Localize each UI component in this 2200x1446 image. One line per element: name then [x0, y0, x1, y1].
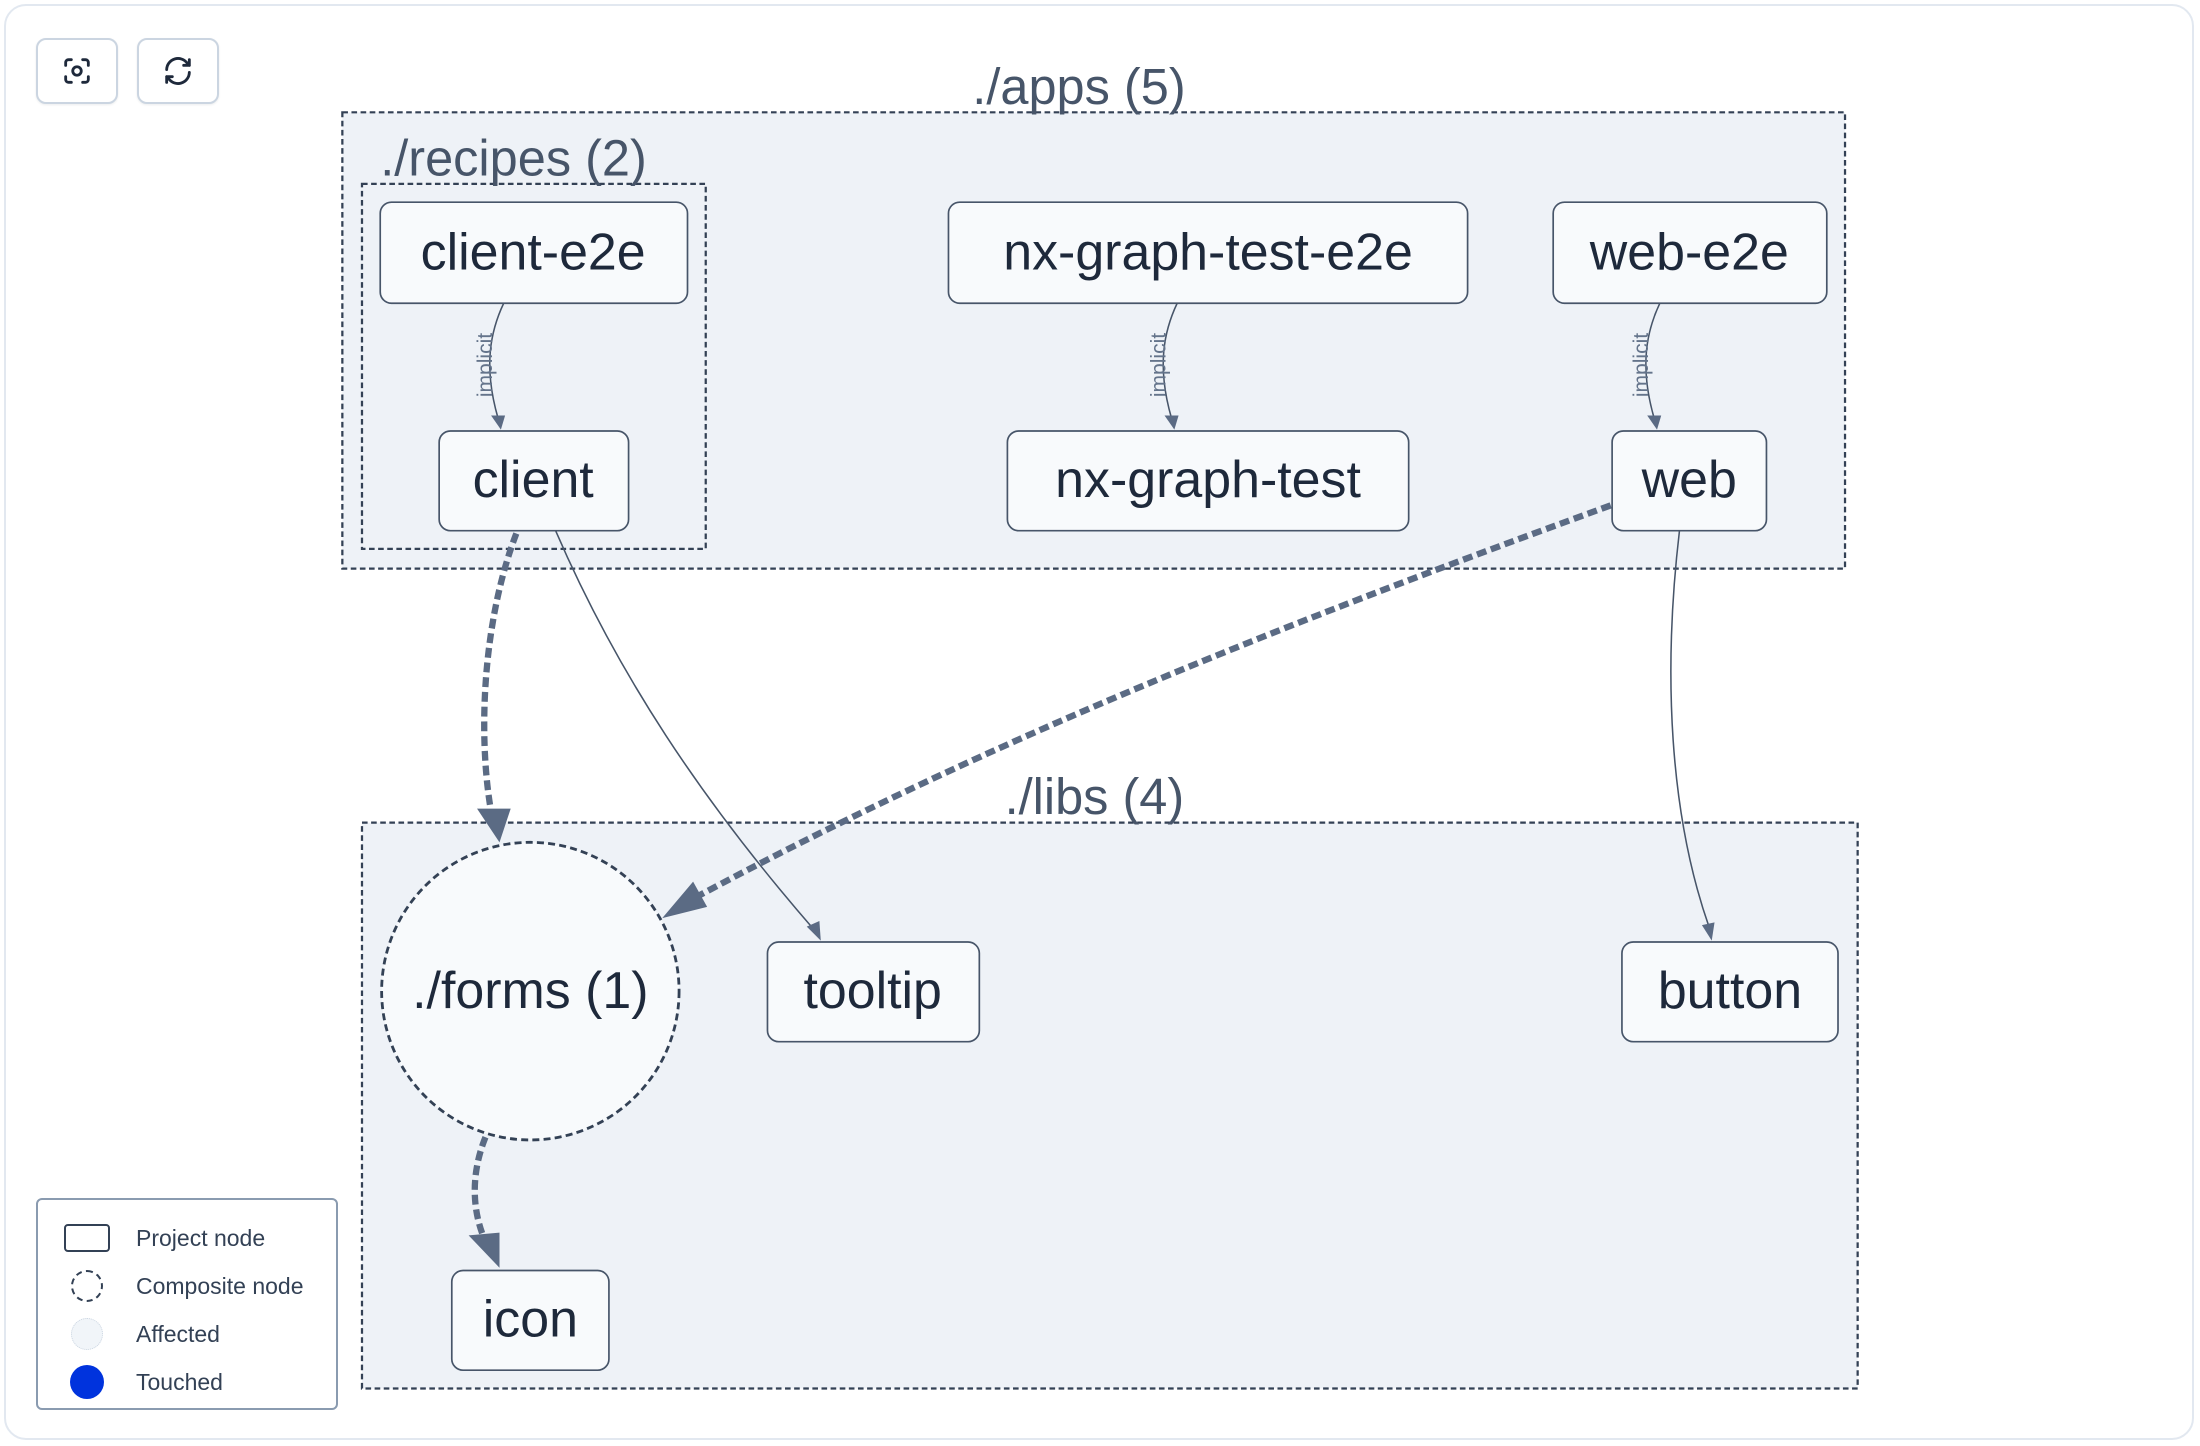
legend-label: Composite node	[136, 1272, 304, 1299]
node-label: nx-graph-test	[1055, 451, 1361, 509]
node-label: web	[1641, 451, 1737, 509]
legend-item-project-node: Project node	[38, 1214, 336, 1262]
node-client[interactable]: client	[438, 430, 630, 532]
composite-node-symbol-icon	[71, 1270, 103, 1302]
legend-item-touched: Touched	[38, 1358, 336, 1406]
edge-label-implicit: implicit	[474, 333, 497, 397]
node-label: button	[1658, 962, 1802, 1020]
node-label: ./forms (1)	[412, 962, 648, 1020]
group-libs-label: ./libs (4)	[1005, 768, 1185, 825]
edge-label-implicit: implicit	[1630, 333, 1653, 397]
node-web-e2e[interactable]: web-e2e	[1552, 201, 1828, 305]
project-node-symbol-icon	[64, 1224, 110, 1252]
legend-label: Project node	[136, 1224, 266, 1251]
node-icon[interactable]: icon	[450, 1269, 610, 1372]
node-web[interactable]: web	[1611, 430, 1768, 532]
node-nx-graph-test[interactable]: nx-graph-test	[1006, 430, 1410, 532]
legend: Project node Composite node Affected Tou…	[36, 1198, 338, 1410]
node-nx-graph-test-e2e[interactable]: nx-graph-test-e2e	[947, 201, 1469, 305]
edge-label-implicit: implicit	[1147, 333, 1170, 397]
edge-client-to-forms[interactable]	[481, 532, 520, 812]
legend-label: Touched	[136, 1368, 223, 1395]
touched-symbol-icon	[70, 1365, 104, 1399]
node-forms-composite[interactable]: ./forms (1)	[380, 840, 681, 1142]
node-label: web-e2e	[1589, 224, 1789, 282]
legend-item-affected: Affected	[38, 1310, 336, 1358]
node-label: client	[473, 451, 595, 509]
legend-label: Affected	[136, 1320, 220, 1347]
node-button[interactable]: button	[1621, 941, 1839, 1043]
group-recipes-label: ./recipes (2)	[380, 129, 647, 186]
node-label: client-e2e	[421, 224, 646, 282]
node-label: nx-graph-test-e2e	[1003, 224, 1413, 282]
group-apps-label: ./apps (5)	[972, 58, 1185, 115]
node-label: icon	[483, 1291, 578, 1349]
node-label: tooltip	[803, 962, 941, 1020]
node-client-e2e[interactable]: client-e2e	[379, 201, 689, 305]
affected-symbol-icon	[71, 1318, 103, 1350]
node-tooltip[interactable]: tooltip	[766, 941, 981, 1043]
legend-item-composite-node: Composite node	[38, 1262, 336, 1310]
